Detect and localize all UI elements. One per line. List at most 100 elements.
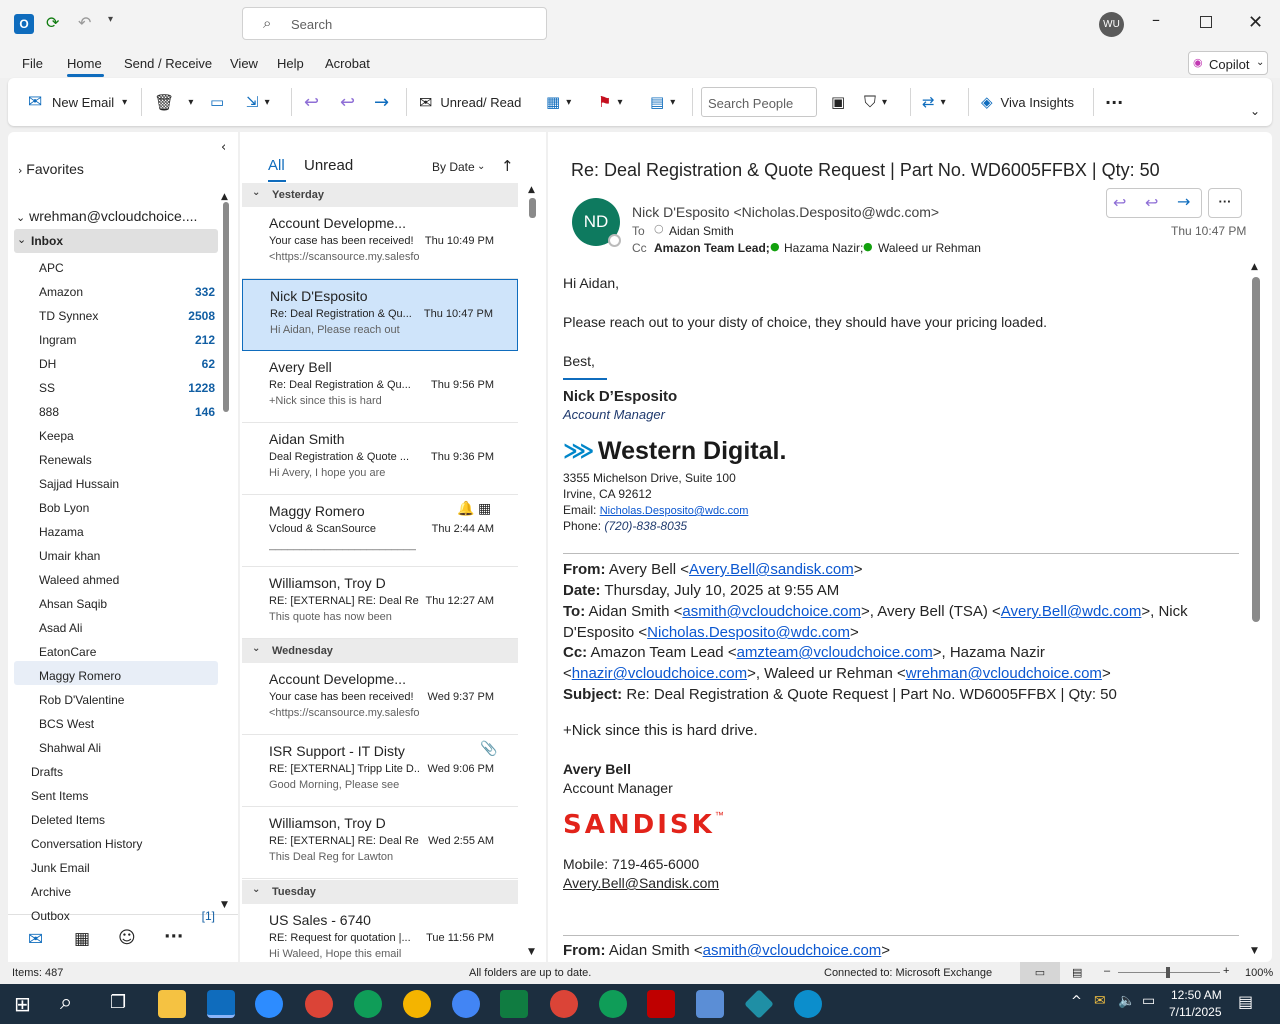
group-header[interactable]: ⌄ Tuesday — [242, 880, 518, 904]
people-icon[interactable]: ☺ — [118, 928, 136, 948]
ribbon-collapse-icon[interactable]: ⌄ — [1250, 104, 1260, 118]
forward-button[interactable]: → — [374, 90, 389, 114]
folder-scrollbar[interactable] — [223, 202, 229, 412]
phone-number[interactable]: (720)-838-8035 — [604, 519, 687, 533]
translate-button[interactable]: ⇄ ▾ — [922, 90, 946, 114]
message-item[interactable]: Account Developme... Your case has been r… — [242, 207, 518, 279]
folder-item[interactable]: Sent Items — [8, 784, 218, 808]
folder-item[interactable]: Asad Ali — [8, 616, 218, 640]
menu-acrobat[interactable]: Acrobat — [325, 56, 370, 71]
filezilla-icon[interactable] — [647, 990, 675, 1018]
normal-view-button[interactable]: ▭ — [1020, 962, 1060, 984]
edge-icon[interactable] — [794, 990, 822, 1018]
copilot-button[interactable]: ◉ Copilot ⌄ — [1188, 51, 1268, 75]
app-icon[interactable] — [744, 989, 774, 1019]
message-item[interactable]: Williamson, Troy D RE: [EXTERNAL] RE: Dea… — [242, 807, 518, 879]
folder-item[interactable]: SS 1228 — [8, 376, 218, 400]
folder-item[interactable]: Archive — [8, 880, 218, 904]
forward-icon[interactable]: → — [1177, 192, 1190, 211]
folder-item[interactable]: Keepa — [8, 424, 218, 448]
folder-item[interactable]: Rob D'Valentine — [8, 688, 218, 712]
link[interactable]: hnazir@vcloudchoice.com — [572, 665, 747, 682]
unread-read-button[interactable]: ✉ Unread/ Read — [419, 90, 521, 114]
folder-item[interactable]: BCS West — [8, 712, 218, 736]
notifications-icon[interactable]: ▤ — [1238, 992, 1253, 1011]
network-icon[interactable]: ▭ — [1142, 993, 1155, 1009]
folder-item[interactable]: Ingram 212 — [8, 328, 218, 352]
link[interactable]: wrehman@vcloudchoice.com — [906, 665, 1102, 682]
folder-item[interactable]: Sajjad Hussain — [8, 472, 218, 496]
scroll-up-icon[interactable]: ▲ — [221, 192, 228, 202]
excel-icon[interactable] — [500, 990, 528, 1018]
message-item[interactable]: Maggy Romero Vcloud & ScanSource Thu 2:44 … — [242, 495, 518, 567]
reply-button[interactable]: ↩ — [304, 90, 319, 114]
message-item[interactable]: Account Developme... Your case has been r… — [242, 663, 518, 735]
message-item[interactable]: Aidan Smith Deal Registration & Quote ...… — [242, 423, 518, 495]
volume-icon[interactable]: 🔈 — [1118, 993, 1135, 1009]
link[interactable]: Avery.Bell@wdc.com — [1001, 603, 1142, 620]
scroll-down-icon[interactable]: ▼ — [528, 947, 535, 957]
tab-unread[interactable]: Unread — [304, 157, 353, 174]
menu-home[interactable]: Home — [67, 56, 102, 71]
zoom-thumb[interactable] — [1166, 967, 1170, 978]
favorites-header[interactable]: › Favorites — [18, 161, 84, 177]
viva-insights-button[interactable]: ◈ Viva Insights — [981, 90, 1074, 114]
zoom-in[interactable]: + — [1223, 965, 1229, 977]
folder-item[interactable]: Junk Email — [8, 856, 218, 880]
mail-icon[interactable]: ✉ — [28, 929, 43, 950]
folder-item[interactable]: Renewals — [8, 448, 218, 472]
folder-item[interactable]: Umair khan — [8, 544, 218, 568]
new-email-button[interactable]: ✉ New Email ▾ — [24, 90, 127, 114]
folder-item[interactable]: Hazama — [8, 520, 218, 544]
scroll-down-icon[interactable]: ▼ — [221, 900, 228, 910]
scroll-down-icon[interactable]: ▼ — [1251, 946, 1258, 956]
sender-name[interactable]: Nick D'Esposito <Nicholas.Desposito@wdc.… — [632, 204, 939, 220]
folder-item[interactable]: Outbox [1] — [8, 904, 218, 928]
tab-all[interactable]: All — [268, 157, 285, 174]
folder-item[interactable]: Deleted Items — [8, 808, 218, 832]
link[interactable]: amzteam@vcloudchoice.com — [737, 644, 933, 661]
chrome-icon[interactable] — [354, 990, 382, 1018]
folder-item[interactable]: APC — [8, 256, 218, 280]
zoom-out[interactable]: – — [1104, 965, 1110, 977]
reply-all-button[interactable]: ↩ — [340, 90, 355, 114]
link[interactable]: asmith@vcloudchoice.com — [703, 942, 882, 959]
menu-help[interactable]: Help — [277, 56, 304, 71]
delete-button[interactable]: 🗑 ▾ — [154, 90, 193, 114]
menu-send-receive[interactable]: Send / Receive — [124, 56, 212, 71]
search-people-input[interactable]: Search People — [701, 87, 817, 117]
collapse-pane-icon[interactable]: ‹ — [221, 140, 226, 155]
search-icon[interactable]: ⌕ — [60, 990, 72, 1015]
folder-inbox[interactable]: ⌄ Inbox — [14, 229, 218, 253]
folder-item[interactable]: Maggy Romero — [8, 664, 218, 688]
rules-button[interactable]: ▤ ▾ — [650, 90, 675, 114]
archive-button[interactable]: ▭ — [210, 90, 224, 114]
cc-recipient[interactable]: Waleed ur Rehman — [878, 241, 981, 255]
group-header[interactable]: ⌄ Wednesday — [242, 639, 518, 663]
task-view-icon[interactable]: ❐ — [110, 992, 126, 1013]
minimize-icon[interactable]: – — [1152, 10, 1160, 29]
cc-recipient[interactable]: Amazon Team Lead; — [654, 241, 770, 255]
more-apps-icon[interactable]: ··· — [164, 927, 183, 947]
to-recipient[interactable]: Aidan Smith — [669, 224, 734, 238]
email-link[interactable]: Nicholas.Desposito@wdc.com — [600, 505, 749, 517]
message-item[interactable]: Williamson, Troy D RE: [EXTERNAL] RE: Dea… — [242, 567, 518, 639]
chrome-icon[interactable] — [305, 990, 333, 1018]
sort-by-date[interactable]: By Date — [432, 160, 475, 174]
email-link[interactable]: Avery.Bell@Sandisk.com — [563, 875, 719, 891]
outlook-taskbar-icon[interactable] — [207, 990, 235, 1018]
quick-access-dropdown-icon[interactable]: ▾ — [108, 14, 113, 25]
address-book-button[interactable]: ▣ — [831, 90, 845, 114]
file-explorer-icon[interactable] — [158, 990, 186, 1018]
link[interactable]: Avery.Bell@sandisk.com — [689, 561, 854, 578]
list-scrollbar[interactable] — [529, 198, 536, 218]
chrome-icon[interactable] — [599, 990, 627, 1018]
reading-view-icon[interactable]: ▤ — [1072, 966, 1082, 979]
scroll-up-icon[interactable]: ▲ — [1251, 262, 1258, 272]
more-actions-button[interactable]: ··· — [1208, 188, 1242, 218]
message-item[interactable]: ISR Support - IT Disty RE: [EXTERNAL] Tri… — [242, 735, 518, 807]
link[interactable]: Nicholas.Desposito@wdc.com — [647, 624, 850, 641]
reading-scrollbar[interactable] — [1252, 277, 1260, 622]
avatar[interactable]: WU — [1099, 12, 1124, 37]
close-icon[interactable]: ✕ — [1248, 12, 1263, 33]
